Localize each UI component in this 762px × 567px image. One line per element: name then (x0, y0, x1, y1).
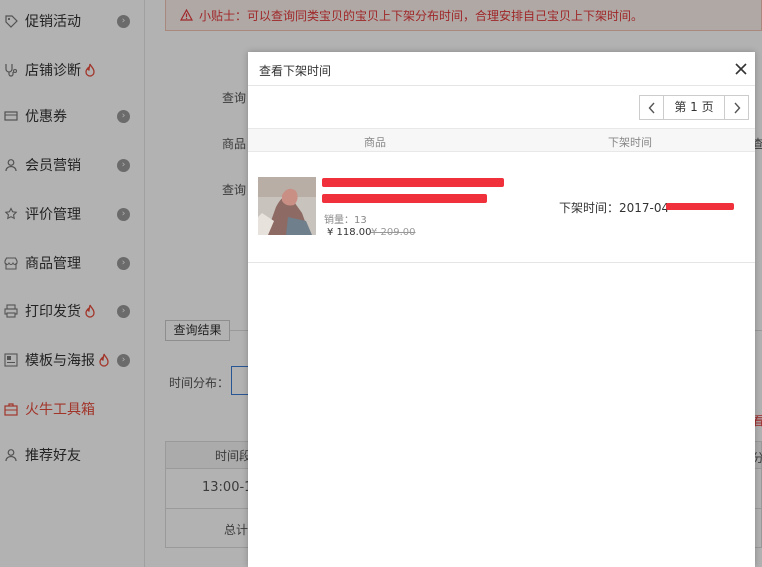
product-sales: 销量：13 (324, 215, 367, 226)
current-page: 第 1 页 (664, 95, 724, 120)
column-off-time: 下架时间 (608, 136, 652, 149)
dialog-title: 查看下架时间 (259, 64, 332, 78)
product-original-price: ¥ 209.00 (371, 227, 416, 238)
pagination: 第 1 页 (639, 95, 749, 120)
redaction-bar (666, 203, 734, 210)
product-thumbnail[interactable] (258, 177, 316, 235)
close-icon[interactable] (734, 62, 748, 76)
dialog-header: 查看下架时间 (248, 52, 755, 86)
table-row: 销量：13 ¥ 118.00 ¥ 209.00 下架时间：2017-04 (248, 152, 755, 263)
dialog-table-header: 商品 下架时间 (248, 128, 755, 152)
off-shelf-time-dialog: 查看下架时间 第 1 页 商品 下架时间 销量：13 ¥ 118.00 ¥ 20… (248, 52, 755, 567)
next-page-button[interactable] (724, 95, 749, 120)
chevron-left-icon (648, 102, 655, 113)
product-price: ¥ 118.00 (327, 227, 372, 238)
chevron-right-icon (733, 102, 740, 113)
redaction-bar (322, 194, 487, 203)
prev-page-button[interactable] (639, 95, 664, 120)
off-shelf-time: 下架时间：2017-04 (559, 201, 670, 215)
column-product: 商品 (364, 136, 386, 149)
redaction-bar (322, 178, 504, 187)
